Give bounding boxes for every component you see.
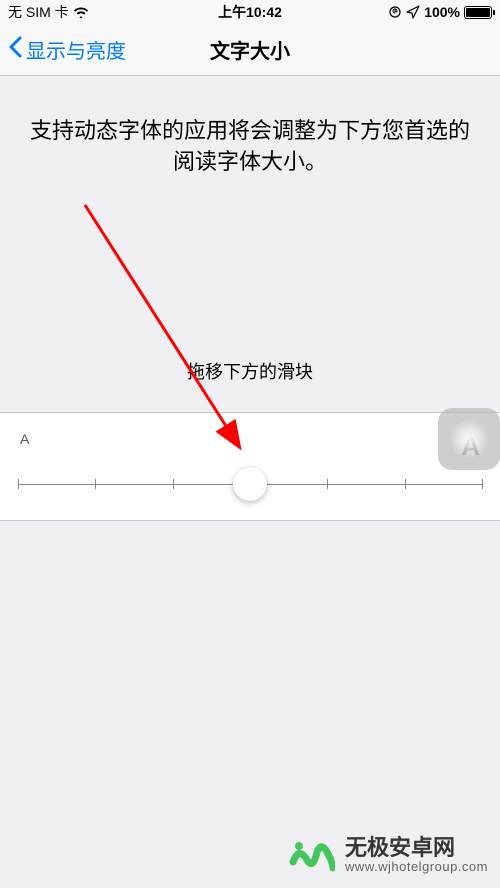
slider-labels: A A: [18, 431, 482, 462]
status-right: 100%: [388, 4, 492, 20]
slider-tick: [327, 479, 328, 489]
slider-tick: [405, 479, 406, 489]
slider-hint: 拖移下方的滑块: [0, 358, 500, 384]
chevron-left-icon: [8, 36, 22, 64]
description-text: 支持动态字体的应用将会调整为下方您首选的阅读字体大小。: [0, 116, 500, 178]
carrier-text: 无 SIM 卡: [8, 2, 69, 22]
slider-thumb[interactable]: [233, 467, 267, 501]
slider-tick: [95, 479, 96, 489]
watermark-logo-icon: [289, 832, 335, 878]
slider-panel: A A: [0, 412, 500, 521]
back-label: 显示与亮度: [26, 35, 126, 64]
assistive-touch-button[interactable]: [438, 408, 500, 470]
slider-section: 拖移下方的滑块 A A: [0, 358, 500, 521]
status-left: 无 SIM 卡: [8, 2, 89, 22]
watermark-text: 无极安卓网 www.wjhotelgroup.com: [345, 835, 488, 875]
location-icon: [406, 5, 420, 19]
page-title: 文字大小: [210, 35, 290, 64]
status-time: 上午10:42: [218, 2, 282, 22]
watermark: 无极安卓网 www.wjhotelgroup.com: [289, 832, 488, 878]
battery-percent: 100%: [424, 4, 460, 20]
watermark-url: www.wjhotelgroup.com: [345, 860, 488, 875]
text-size-slider[interactable]: [18, 470, 482, 498]
wifi-icon: [73, 6, 89, 18]
rotation-lock-icon: [388, 5, 402, 19]
slider-tick: [482, 479, 483, 489]
assistive-touch-icon: [448, 418, 490, 460]
battery-icon: [464, 6, 492, 19]
small-a-label: A: [20, 431, 29, 462]
slider-tick: [18, 479, 19, 489]
status-bar: 无 SIM 卡 上午10:42 100%: [0, 0, 500, 24]
back-button[interactable]: 显示与亮度: [0, 35, 126, 64]
content-area: 支持动态字体的应用将会调整为下方您首选的阅读字体大小。 拖移下方的滑块 A A: [0, 76, 500, 521]
nav-bar: 显示与亮度 文字大小: [0, 24, 500, 76]
slider-tick: [173, 479, 174, 489]
watermark-brand: 无极安卓网: [345, 835, 488, 860]
